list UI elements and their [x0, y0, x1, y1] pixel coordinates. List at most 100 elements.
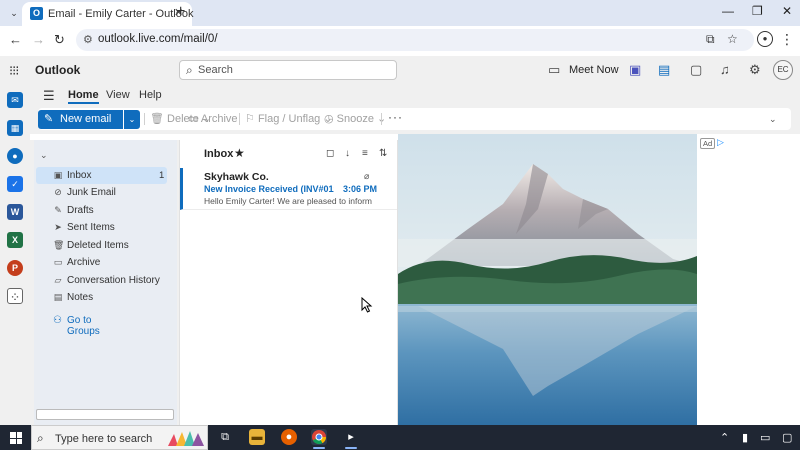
flag-icon: ⚐ — [245, 113, 255, 125]
reading-pane-background — [398, 134, 697, 425]
hamburger-menu-icon[interactable]: ☰ — [43, 88, 55, 104]
adchoices-icon[interactable]: ▷ — [717, 137, 724, 148]
sort-icon[interactable]: ⇅ — [379, 148, 387, 159]
go-to-groups-label: Go to Groups — [67, 315, 100, 337]
folder-conversation-history[interactable]: ▱ Conversation History — [36, 272, 167, 289]
clock-icon: ◷ — [324, 113, 334, 125]
jump-to-icon[interactable]: ↓ — [345, 148, 350, 159]
settings-gear-icon[interactable]: ⚙ — [749, 62, 761, 78]
app-name[interactable]: Outlook — [35, 63, 80, 77]
word-app-icon[interactable]: W — [7, 204, 23, 220]
folder-collapse-chevron-icon[interactable]: ⌄ — [40, 150, 48, 161]
tab-help[interactable]: Help — [139, 89, 162, 101]
folder-notes[interactable]: ▤ Notes — [36, 289, 167, 306]
trash-icon: 🗑 — [150, 113, 164, 125]
junk-icon: ⊘ — [54, 187, 62, 197]
new-tab-button[interactable]: + — [176, 3, 185, 21]
new-email-dropdown-chevron-icon[interactable]: ⌄ — [124, 110, 140, 129]
folder-label: Inbox — [67, 170, 92, 181]
teams-icon[interactable]: ▣ — [629, 62, 641, 78]
folder-label: Conversation History — [67, 275, 160, 286]
microphone-icon[interactable]: ▮ — [742, 431, 748, 444]
folder-deleted-items[interactable]: 🗑 Deleted Items — [36, 237, 167, 254]
more-apps-icon[interactable]: ⁘ — [7, 288, 23, 304]
terminal-app-icon[interactable]: ▸ — [343, 429, 359, 445]
toolbar-divider — [144, 113, 145, 125]
folder-inbox[interactable]: ▣ Inbox 1 — [36, 167, 167, 184]
snooze-button[interactable]: ◷ Snooze ⌄ — [324, 112, 386, 125]
tab-home[interactable]: Home — [68, 89, 99, 104]
tray-chevron-icon[interactable]: ⌃ — [720, 431, 729, 444]
tab-title: Email - Emily Carter - Outlook — [48, 8, 194, 20]
chrome-active-indicator — [313, 447, 325, 449]
app-launcher-icon[interactable]: ⁝⁝⁝ — [9, 63, 19, 79]
forward-arrow-icon[interactable]: → — [32, 32, 45, 47]
browser-menu-icon[interactable]: ⋮ — [780, 31, 794, 48]
browser-profile-icon[interactable]: ● — [757, 31, 773, 47]
filter-icon[interactable]: ≡ — [362, 148, 368, 159]
archive-button[interactable]: ▭ Archive — [188, 112, 238, 125]
tab-view[interactable]: View — [106, 89, 130, 101]
minimize-button[interactable]: — — [722, 4, 734, 18]
todo-app-icon[interactable]: ✓ — [7, 176, 23, 192]
windows-start-icon[interactable] — [10, 432, 22, 444]
calendar-app-icon[interactable]: ▦ — [7, 120, 23, 136]
meet-now-button[interactable]: Meet Now — [569, 64, 619, 76]
site-settings-icon[interactable]: ⚙ — [83, 33, 93, 46]
select-all-icon[interactable]: ◻ — [326, 148, 334, 159]
more-options-button[interactable]: ··· — [388, 110, 403, 124]
people-app-icon[interactable]: ● — [7, 148, 23, 164]
address-bar[interactable]: ⚙ outlook.live.com/mail/0/ ⧉ ☆ — [76, 29, 754, 51]
mouse-cursor-icon — [361, 297, 373, 313]
excel-app-icon[interactable]: X — [7, 232, 23, 248]
mountain-lake-background-image — [398, 134, 697, 425]
ribbon: ☰ Home View Help ✎ New email ⌄ 🗑 Delete … — [30, 84, 800, 134]
search-input[interactable] — [198, 63, 388, 77]
bookmark-star-icon[interactable]: ☆ — [727, 32, 738, 46]
url-text[interactable]: outlook.live.com/mail/0/ — [98, 33, 218, 45]
attachment-paperclip-icon: ⌀ — [364, 171, 370, 181]
message-item[interactable]: Skyhawk Co. ⌀ New Invoice Received (INV#… — [180, 168, 397, 210]
network-icon[interactable]: ▭ — [760, 431, 770, 444]
search-box[interactable]: ⌕ — [179, 60, 397, 80]
folder-sent-items[interactable]: ➤ Sent Items — [36, 219, 167, 236]
folder-label: Sent Items — [67, 222, 115, 233]
restore-button[interactable]: ❐ — [752, 4, 763, 18]
close-window-button[interactable]: ✕ — [782, 4, 792, 18]
new-email-button[interactable]: ✎ New email — [38, 110, 123, 129]
video-camera-icon[interactable]: ▭ — [548, 62, 560, 78]
mail-app-icon[interactable]: ✉ — [7, 92, 23, 108]
ribbon-expand-chevron-icon[interactable]: ⌄ — [769, 114, 777, 125]
folder-junk-email[interactable]: ⊘ Junk Email — [36, 184, 167, 201]
archive-icon: ▭ — [53, 257, 63, 267]
back-arrow-icon[interactable]: ← — [9, 32, 22, 47]
ad-pane: Ad ▷ — [697, 134, 800, 425]
firefox-icon[interactable]: ● — [281, 429, 297, 445]
outlook-app-icon[interactable]: ▤ — [658, 62, 670, 78]
command-toolbar: ✎ New email ⌄ 🗑 Delete ⌄ ▭ Archive ⚐ Fla… — [38, 108, 791, 130]
notification-center-icon[interactable]: ▢ — [782, 431, 792, 444]
install-app-icon[interactable]: ⧉ — [706, 32, 715, 47]
tab-search-chevron-icon[interactable]: ⌄ — [6, 5, 22, 21]
notifications-bell-icon[interactable]: ♫ — [720, 62, 730, 77]
task-view-icon[interactable]: ⧉ — [217, 429, 233, 445]
powerpoint-app-icon[interactable]: P — [7, 260, 23, 276]
browser-tab-outlook[interactable]: O Email - Emily Carter - Outlook ✕ — [22, 2, 194, 26]
folder-icon: ▱ — [54, 275, 62, 285]
reload-icon[interactable]: ↻ — [54, 32, 65, 48]
toolbar-divider — [239, 113, 240, 125]
chrome-icon[interactable] — [311, 429, 327, 445]
flag-unflag-button[interactable]: ⚐ Flag / Unflag ⌄ — [245, 112, 333, 125]
folder-pane-scrollbar[interactable] — [36, 409, 174, 420]
file-explorer-icon[interactable]: ▬ — [249, 429, 265, 445]
drafts-icon: ✎ — [54, 205, 62, 215]
favorite-star-icon[interactable]: ★ — [234, 146, 245, 160]
folder-label: Archive — [67, 257, 101, 268]
taskbar-search-box[interactable]: ⌕ — [31, 425, 208, 450]
folder-drafts[interactable]: ✎ Drafts — [36, 202, 167, 219]
search-icon: ⌕ — [37, 431, 44, 445]
browser-toolbar: ← → ↻ ⚙ outlook.live.com/mail/0/ ⧉ ☆ ● ⋮ — [0, 26, 800, 54]
account-avatar[interactable]: EC — [773, 60, 793, 80]
folder-archive[interactable]: ▭ Archive — [36, 254, 167, 271]
my-day-icon[interactable]: ▢ — [690, 62, 702, 78]
